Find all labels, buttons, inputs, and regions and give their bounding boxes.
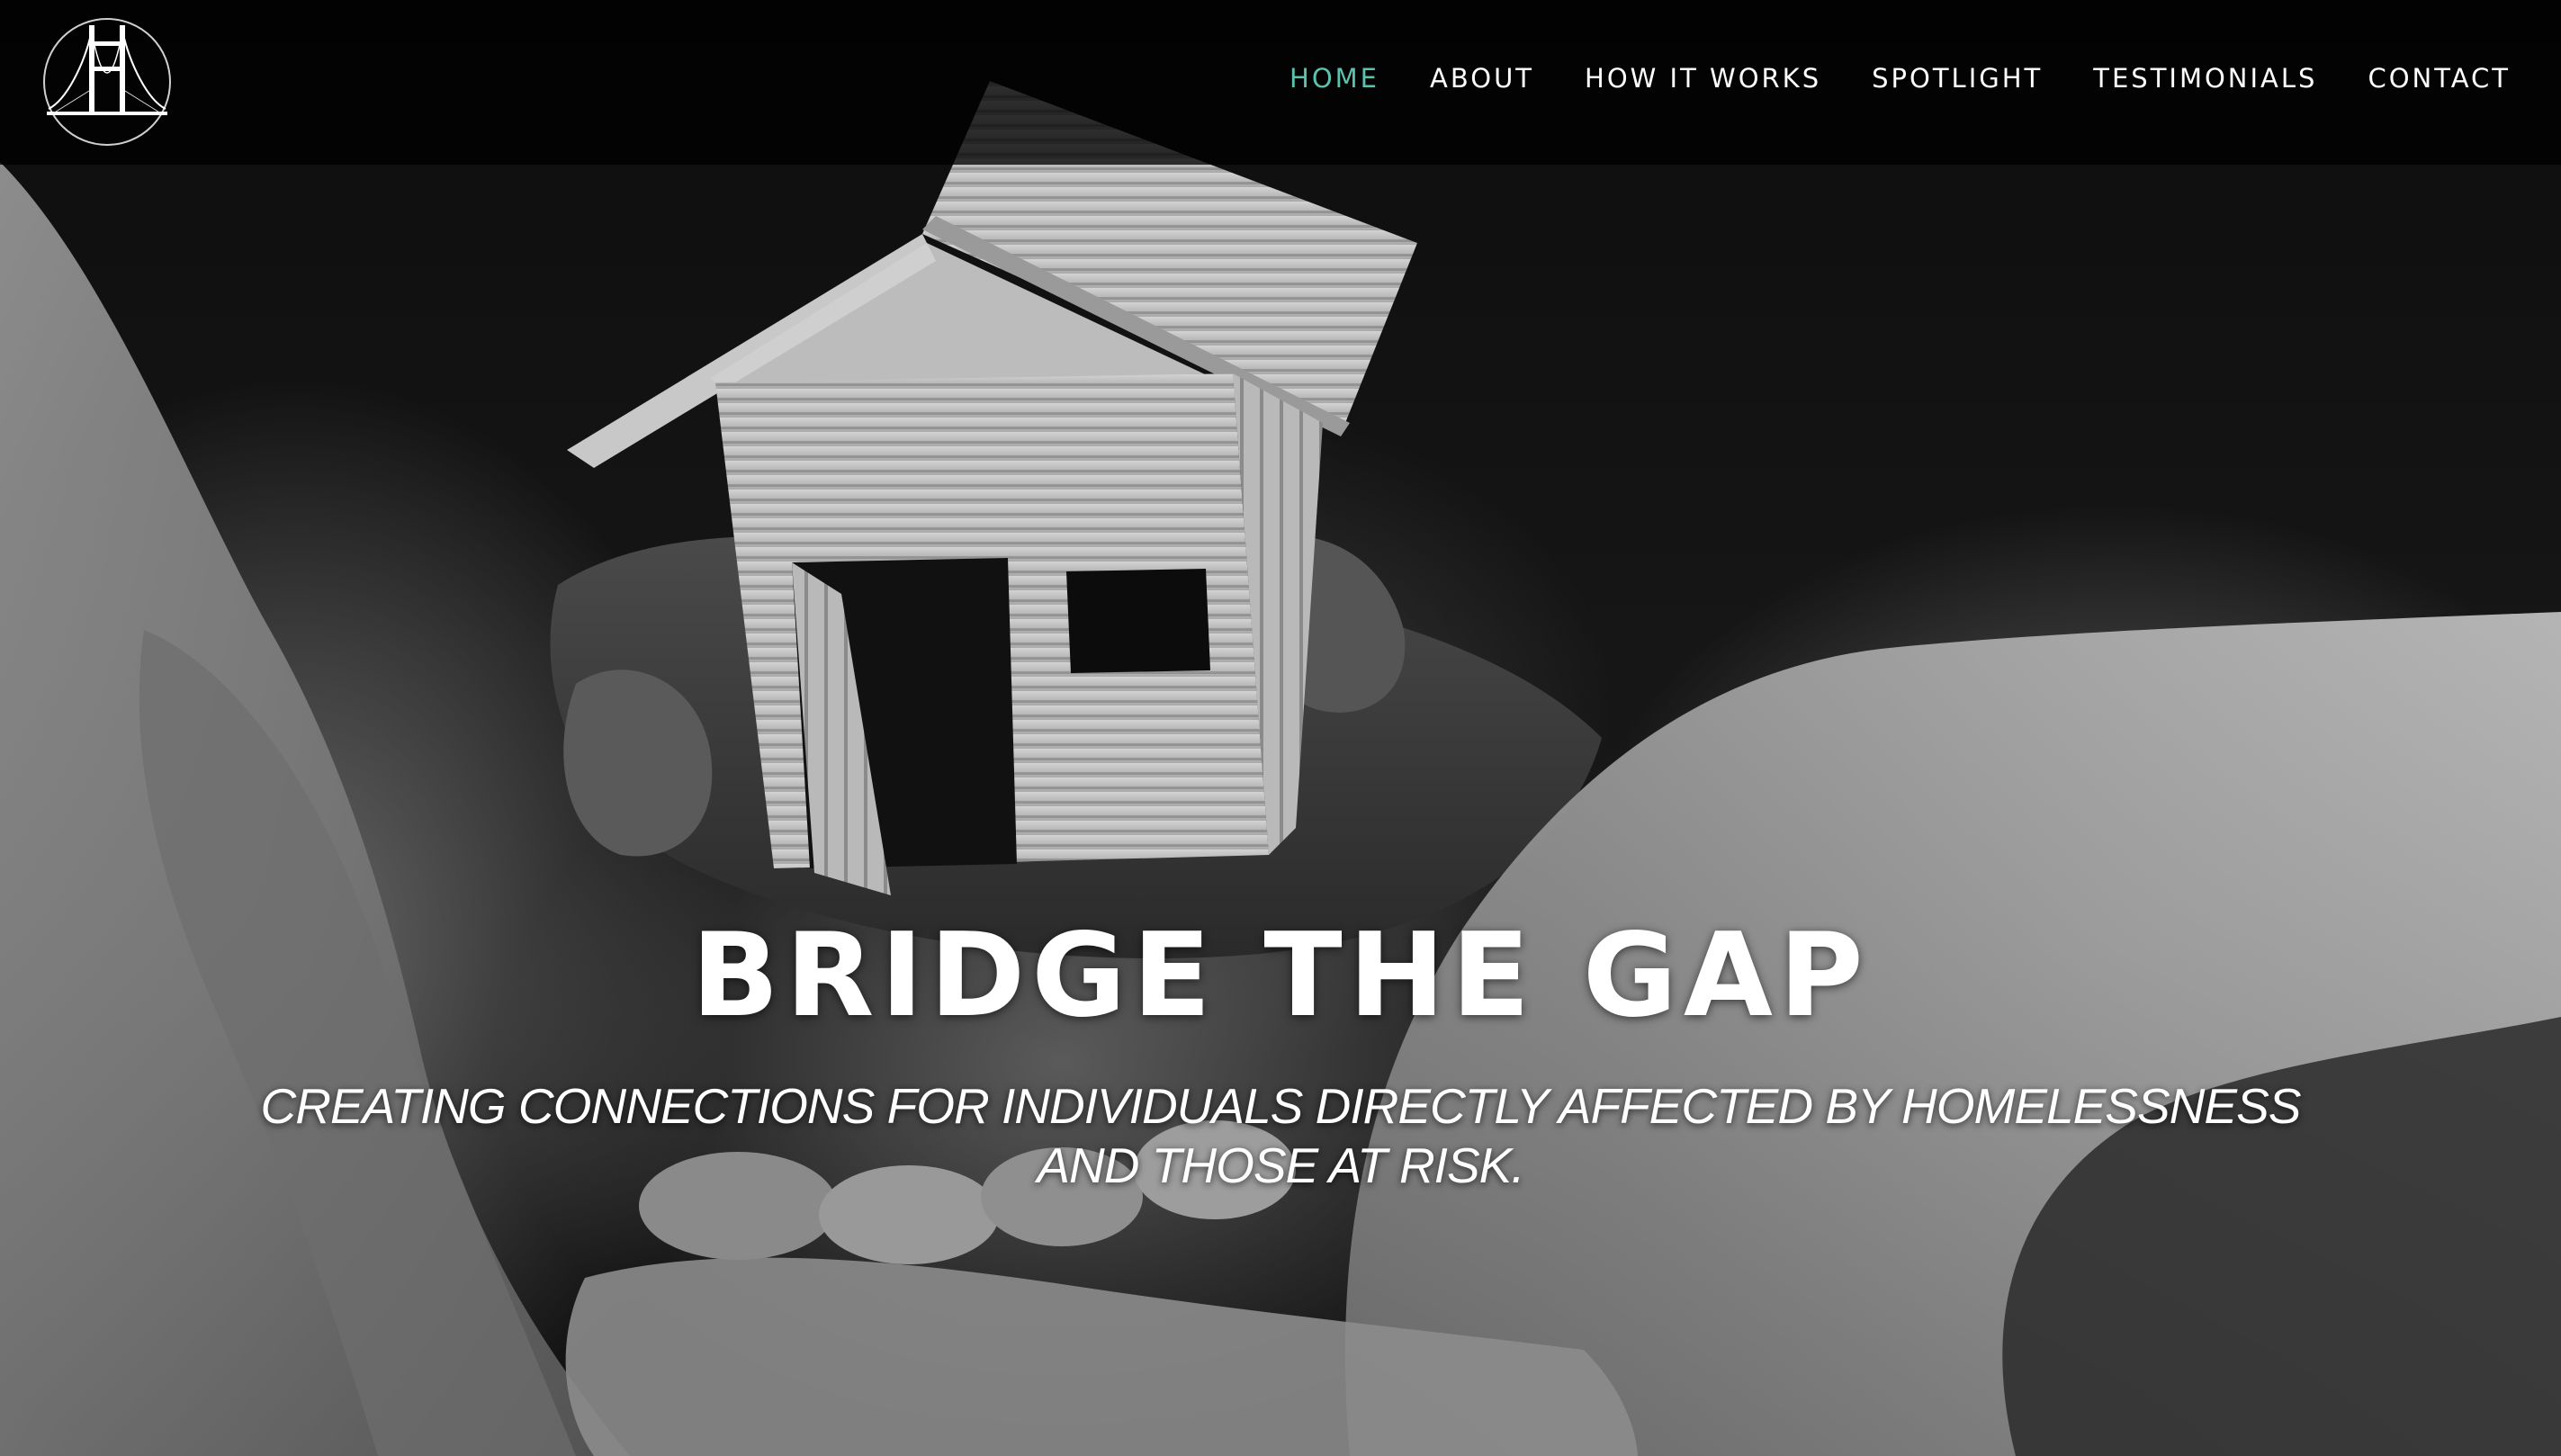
nav-how-it-works[interactable]: HOW IT WORKS xyxy=(1585,63,1821,94)
nav-spotlight[interactable]: SPOTLIGHT xyxy=(1872,63,2043,94)
nav-testimonials[interactable]: TESTIMONIALS xyxy=(2093,63,2317,94)
golden-gate-bridge-icon[interactable] xyxy=(40,14,175,149)
hero-title: BRIDGE THE GAP xyxy=(691,909,1870,1043)
top-navbar: HOME ABOUT HOW IT WORKS SPOTLIGHT TESTIM… xyxy=(0,0,2561,165)
hero-subtitle: CREATING CONNECTIONS FOR INDIVIDUALS DIR… xyxy=(225,1076,2336,1195)
hero-section xyxy=(0,0,2561,1456)
nav-home[interactable]: HOME xyxy=(1289,63,1379,94)
hero-subtitle-line-1: CREATING CONNECTIONS FOR INDIVIDUALS DIR… xyxy=(260,1078,2302,1134)
hero-background-photo xyxy=(0,81,2561,1456)
main-nav: HOME ABOUT HOW IT WORKS SPOTLIGHT TESTIM… xyxy=(1239,63,2511,94)
hero-subtitle-line-2: AND THOSE AT RISK. xyxy=(1037,1137,1524,1193)
nav-about[interactable]: ABOUT xyxy=(1430,63,1534,94)
nav-contact[interactable]: CONTACT xyxy=(2368,63,2511,94)
